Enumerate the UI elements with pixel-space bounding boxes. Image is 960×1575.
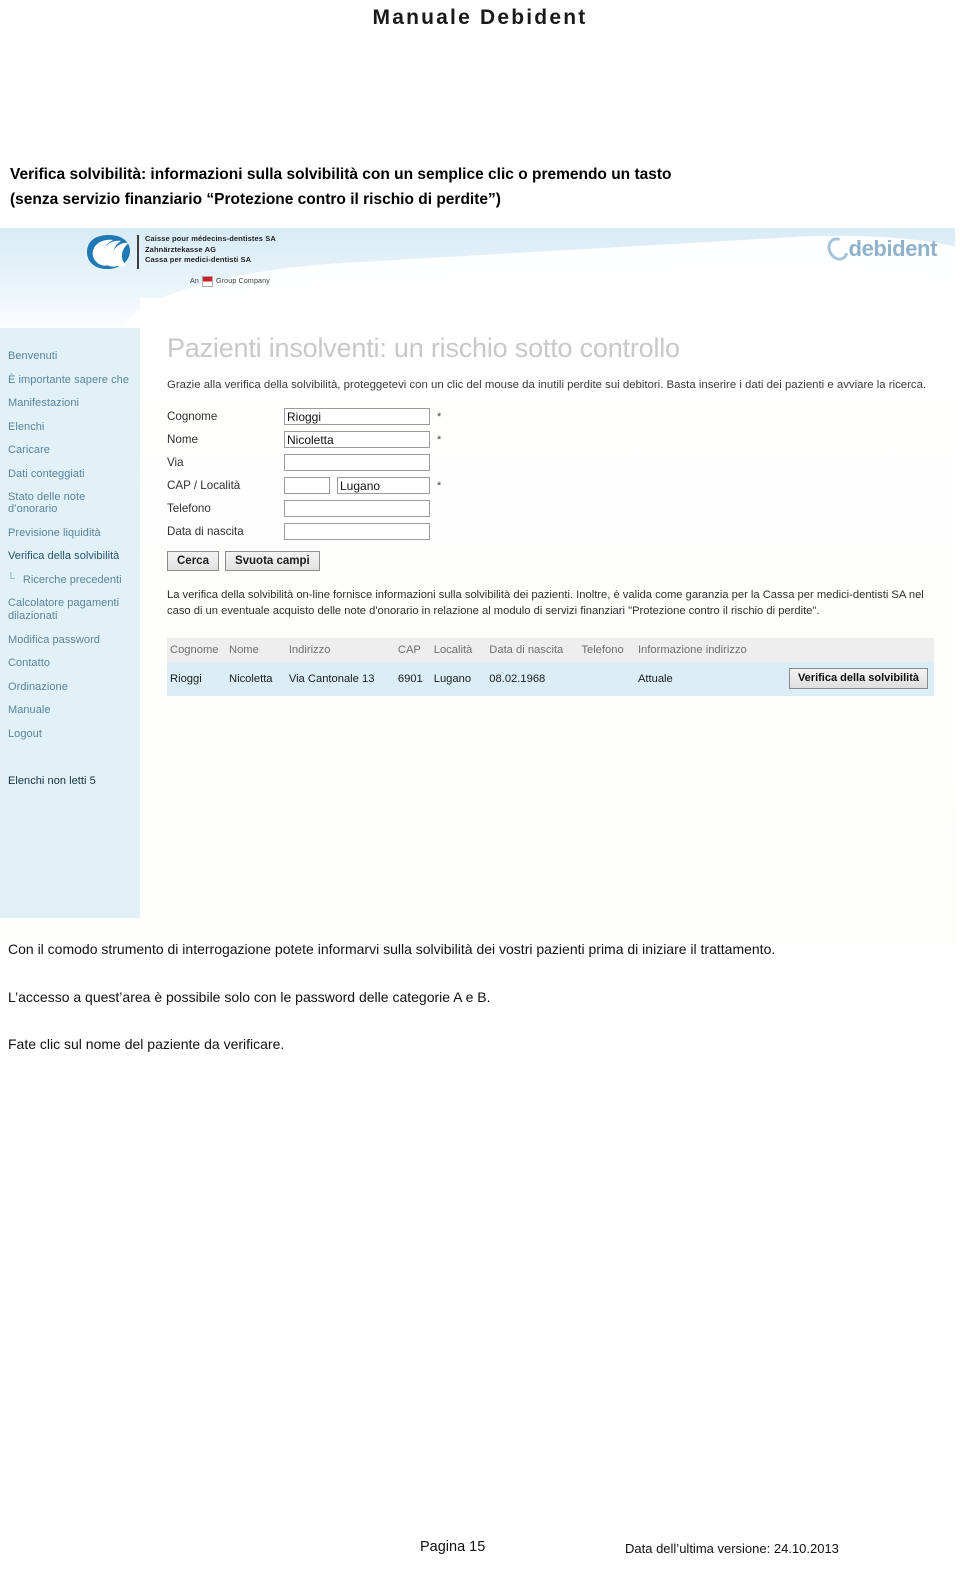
sidebar-item-elenchi[interactable]: Elenchi (4, 421, 140, 433)
sidebar-item-contatto[interactable]: Contatto (4, 657, 140, 669)
brand-name-lines: Caisse pour médecins-dentistes SA Zahnär… (145, 234, 276, 266)
search-results-table: Cognome Nome Indirizzo CAP Località Data… (167, 638, 934, 696)
label-cognome: Cognome (167, 410, 218, 423)
label-cap-localita: CAP / Località (167, 479, 241, 492)
nome-input[interactable] (284, 431, 430, 448)
search-button[interactable]: Cerca (167, 551, 219, 571)
required-marker-cognome: * (437, 410, 442, 423)
app-intro-text: Grazie alla verifica della solvibilità, … (167, 379, 927, 391)
body-copy: Con il comodo strumento di interrogazion… (8, 938, 888, 1057)
cap-input[interactable] (284, 477, 330, 494)
legal-disclaimer-text: La verifica della solvibilità on-line fo… (167, 589, 924, 617)
column-header-cognome: Cognome (167, 638, 229, 662)
sidebar-item-label: Ricerche precedenti (22, 573, 122, 586)
section-heading-line-2: (senza servizio finanziario “Protezione … (10, 191, 501, 208)
table-row[interactable]: Rioggi Nicoletta Via Cantonale 13 6901 L… (167, 662, 934, 696)
form-row-cap-localita: CAP / Località * (167, 474, 955, 497)
form-row-telefono: Telefono (167, 497, 955, 520)
brand-block: Caisse pour médecins-dentistes SA Zahnär… (85, 234, 276, 270)
brand-divider (137, 235, 139, 269)
group-company-suffix: Group Company (215, 278, 270, 285)
form-row-via: Via (167, 451, 955, 474)
debident-logo: debident (823, 233, 938, 265)
sidebar-item-ordinazione[interactable]: Ordinazione (4, 681, 140, 693)
verify-solvency-button[interactable]: Verifica della solvibilità (788, 668, 928, 689)
clear-fields-button[interactable]: Svuota campi (224, 551, 320, 571)
column-header-data-di-nascita: Data di nascita (489, 638, 582, 662)
cell-telefono (581, 662, 638, 696)
sidebar-item-benvenuti[interactable]: Benvenuti (4, 350, 140, 362)
app-sidebar: Benvenuti È importante sapere che Manife… (0, 328, 140, 918)
app-main-panel: Pazienti insolventi: un rischio sotto co… (140, 298, 955, 945)
label-data-di-nascita: Data di nascita (167, 525, 244, 538)
cognome-input[interactable] (284, 408, 430, 425)
column-header-telefono: Telefono (581, 638, 638, 662)
group-company-note: An Group Company (190, 276, 270, 287)
debident-logo-text: debident (848, 236, 938, 261)
sidebar-item-manifestazioni[interactable]: Manifestazioni (4, 397, 140, 409)
required-marker-cap-localita: * (437, 479, 442, 492)
via-input[interactable] (284, 454, 430, 471)
column-header-localita: Località (433, 638, 490, 662)
label-via: Via (167, 456, 184, 469)
form-button-row: Cerca Svuota campi (167, 551, 955, 571)
localita-input[interactable] (337, 477, 430, 494)
body-paragraph-3: Fate clic sul nome del paziente da verif… (8, 1036, 285, 1052)
cell-nome[interactable]: Nicoletta (229, 662, 289, 696)
sidebar-item-ricerche-precedenti[interactable]: └ Ricerche precedenti (4, 572, 140, 586)
label-nome: Nome (167, 433, 198, 446)
sidebar-item-previsione-liquidita[interactable]: Previsione liquidità (4, 527, 140, 539)
cell-cap: 6901 (397, 662, 434, 696)
column-header-indirizzo: Indirizzo (288, 638, 398, 662)
group-company-prefix: An (190, 278, 199, 285)
zahnaerztekasse-wave-logo-icon (87, 235, 130, 269)
body-paragraph-2: L’accesso a quest’area è possibile solo … (8, 988, 491, 1005)
column-header-nome: Nome (229, 638, 289, 662)
column-header-informazione-indirizzo: Informazione indirizzo (637, 638, 779, 662)
footer-version-date: Data dell’ultima versione: 24.10.2013 (625, 1541, 839, 1556)
section-heading: Verifica solvibilità: informazioni sulla… (10, 162, 910, 212)
telefono-input[interactable] (284, 500, 430, 517)
column-header-action (778, 638, 934, 662)
footer: Pagina 15 Data dell’ultima versione: 24.… (0, 1539, 960, 1561)
brand-line-it: Cassa per medici-dentisti SA (145, 255, 252, 264)
cell-action: Verifica della solvibilità (778, 662, 934, 696)
form-row-cognome: Cognome * (167, 405, 955, 428)
sidebar-item-manuale[interactable]: Manuale (4, 704, 140, 716)
embedded-app-screenshot: Caisse pour médecins-dentistes SA Zahnär… (0, 228, 955, 945)
sidebar-item-stato-note-onorario[interactable]: Stato delle note d’onorario (4, 491, 140, 515)
required-marker-nome: * (437, 433, 442, 446)
table-header-row: Cognome Nome Indirizzo CAP Località Data… (167, 638, 934, 662)
page-title: Manuale Debident (372, 6, 588, 29)
sidebar-item-verifica-solvibilita[interactable]: Verifica della solvibilità (4, 550, 140, 562)
cell-cognome[interactable]: Rioggi (167, 662, 229, 696)
sidebar-item-dati-conteggiati[interactable]: Dati conteggiati (4, 468, 140, 480)
brand-line-de: Zahnärztekasse AG (145, 244, 217, 254)
data-di-nascita-input[interactable] (284, 523, 430, 540)
sidebar-unread-lists-count[interactable]: Elenchi non letti 5 (4, 775, 140, 787)
form-row-data-di-nascita: Data di nascita (167, 520, 955, 543)
group-logo-icon (201, 276, 213, 287)
brand-line-fr: Caisse pour médecins-dentistes SA (145, 234, 276, 243)
cell-informazione-indirizzo: Attuale (637, 662, 779, 696)
sidebar-item-logout[interactable]: Logout (4, 728, 140, 740)
footer-page-number: Pagina 15 (420, 1539, 486, 1555)
label-telefono: Telefono (167, 502, 211, 515)
cell-data-di-nascita: 08.02.1968 (489, 662, 582, 696)
tree-branch-icon: └ (7, 572, 15, 585)
sidebar-item-caricare[interactable]: Caricare (4, 444, 140, 456)
column-header-cap: CAP (397, 638, 434, 662)
sidebar-item-calcolatore-pagamenti-dilazionati[interactable]: Calcolatore pagamenti dilazionati (4, 597, 140, 622)
body-paragraph-1: Con il comodo strumento di interrogazion… (8, 941, 776, 957)
section-heading-line-1: Verifica solvibilità: informazioni sulla… (10, 166, 672, 183)
solvency-search-form: Cognome * Nome * Via CAP / Località * (167, 405, 955, 571)
sidebar-item-importante-sapere[interactable]: È importante sapere che (4, 374, 140, 386)
cell-localita: Lugano (433, 662, 490, 696)
cell-indirizzo: Via Cantonale 13 (288, 662, 398, 696)
form-row-nome: Nome * (167, 428, 955, 451)
app-page-title: Pazienti insolventi: un rischio sotto co… (167, 333, 680, 363)
sidebar-item-modifica-password[interactable]: Modifica password (4, 634, 140, 646)
